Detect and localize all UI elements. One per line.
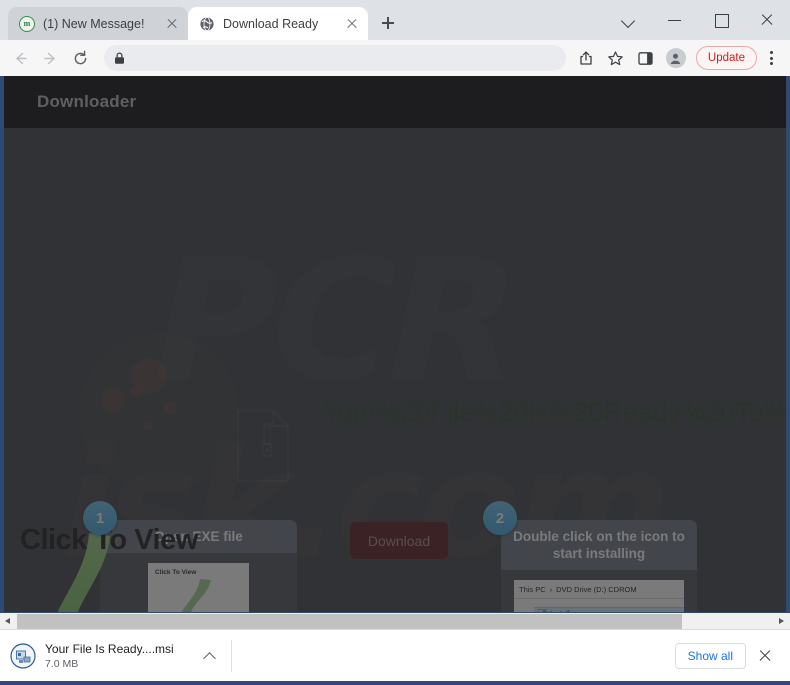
step-1-screenshot: Click To View Your File Is Ready....msi … bbox=[148, 563, 249, 612]
page-viewport: Downloader PCR isk.com bbox=[0, 76, 790, 612]
shelf-close-icon[interactable] bbox=[752, 643, 778, 669]
profile-avatar-icon[interactable] bbox=[662, 44, 690, 72]
chevron-down-icon[interactable] bbox=[606, 0, 652, 40]
minimize-icon[interactable] bbox=[652, 0, 698, 40]
window-bottom-border bbox=[0, 681, 790, 685]
step-2-screenshot: This PC › DVD Drive (D:) CDROM Install bbox=[514, 580, 684, 612]
scrollbar-thumb[interactable] bbox=[17, 613, 683, 629]
window-controls bbox=[606, 0, 790, 40]
scroll-left-arrow-icon[interactable] bbox=[0, 612, 17, 630]
mail-favicon-icon: m bbox=[19, 15, 35, 32]
step-2-heading: Double click on the icon to start instal… bbox=[501, 520, 697, 570]
tab-strip: m (1) New Message! Download Ready bbox=[0, 0, 790, 40]
download-item-texts: Your File Is Ready....msi 7.0 MB bbox=[45, 642, 174, 670]
encoded-filename-text: Your%20File%20Is%20Ready%20To%20Down bbox=[322, 397, 786, 427]
tab-title: (1) New Message! bbox=[43, 16, 145, 31]
horizontal-scrollbar[interactable] bbox=[0, 612, 790, 630]
lock-icon bbox=[114, 51, 125, 65]
download-file-size: 7.0 MB bbox=[45, 657, 79, 670]
site-body: PCR isk.com bbox=[4, 128, 786, 612]
avatar bbox=[665, 48, 686, 68]
scroll-right-arrow-icon[interactable] bbox=[773, 612, 790, 630]
shelf-divider bbox=[230, 639, 232, 672]
web-page: Downloader PCR isk.com bbox=[4, 76, 786, 612]
zip-file-icon bbox=[237, 410, 289, 482]
tab-close-icon[interactable] bbox=[164, 16, 180, 32]
shelf-actions: Show all bbox=[674, 642, 778, 669]
address-bar[interactable] bbox=[104, 45, 566, 71]
download-file-name: Your File Is Ready....msi bbox=[45, 641, 174, 656]
reload-icon[interactable] bbox=[66, 44, 94, 72]
msi-installer-icon bbox=[10, 642, 36, 669]
download-item-chevron-up-icon[interactable] bbox=[197, 643, 223, 669]
step-2-card: Double click on the icon to start instal… bbox=[501, 520, 697, 612]
scrollbar-track[interactable] bbox=[17, 612, 773, 630]
download-item[interactable]: Your File Is Ready....msi 7.0 MB bbox=[10, 642, 223, 670]
step-2-badge: 2 bbox=[483, 501, 517, 535]
side-panel-icon[interactable] bbox=[632, 44, 660, 72]
kebab-menu-icon[interactable] bbox=[760, 45, 782, 71]
tab-new-message[interactable]: m (1) New Message! bbox=[8, 7, 188, 40]
tab-close-icon[interactable] bbox=[344, 16, 360, 32]
site-title: Downloader bbox=[37, 92, 137, 111]
window-close-icon[interactable] bbox=[744, 0, 790, 40]
red-arrow-annotation bbox=[514, 580, 684, 612]
site-header: Downloader bbox=[4, 76, 786, 128]
globe-favicon-icon bbox=[199, 16, 215, 32]
update-button[interactable]: Update bbox=[695, 46, 757, 70]
forward-arrow-icon[interactable] bbox=[36, 44, 64, 72]
browser-window: m (1) New Message! Download Ready Update… bbox=[0, 0, 790, 685]
download-button[interactable]: Download bbox=[350, 522, 448, 559]
maximize-icon[interactable] bbox=[698, 0, 744, 40]
hero-circle-graphic bbox=[79, 333, 239, 493]
tab-download-ready[interactable]: Download Ready bbox=[188, 7, 368, 40]
star-icon[interactable] bbox=[602, 44, 630, 72]
share-icon[interactable] bbox=[572, 44, 600, 72]
browser-toolbar: Update bbox=[0, 40, 790, 76]
download-shelf: Your File Is Ready....msi 7.0 MB Show al… bbox=[0, 629, 790, 681]
show-all-button[interactable]: Show all bbox=[674, 642, 746, 669]
new-tab-button[interactable] bbox=[374, 9, 402, 37]
step-1-badge: 1 bbox=[83, 501, 117, 535]
back-arrow-icon[interactable] bbox=[6, 44, 34, 72]
tab-title: Download Ready bbox=[223, 16, 319, 31]
